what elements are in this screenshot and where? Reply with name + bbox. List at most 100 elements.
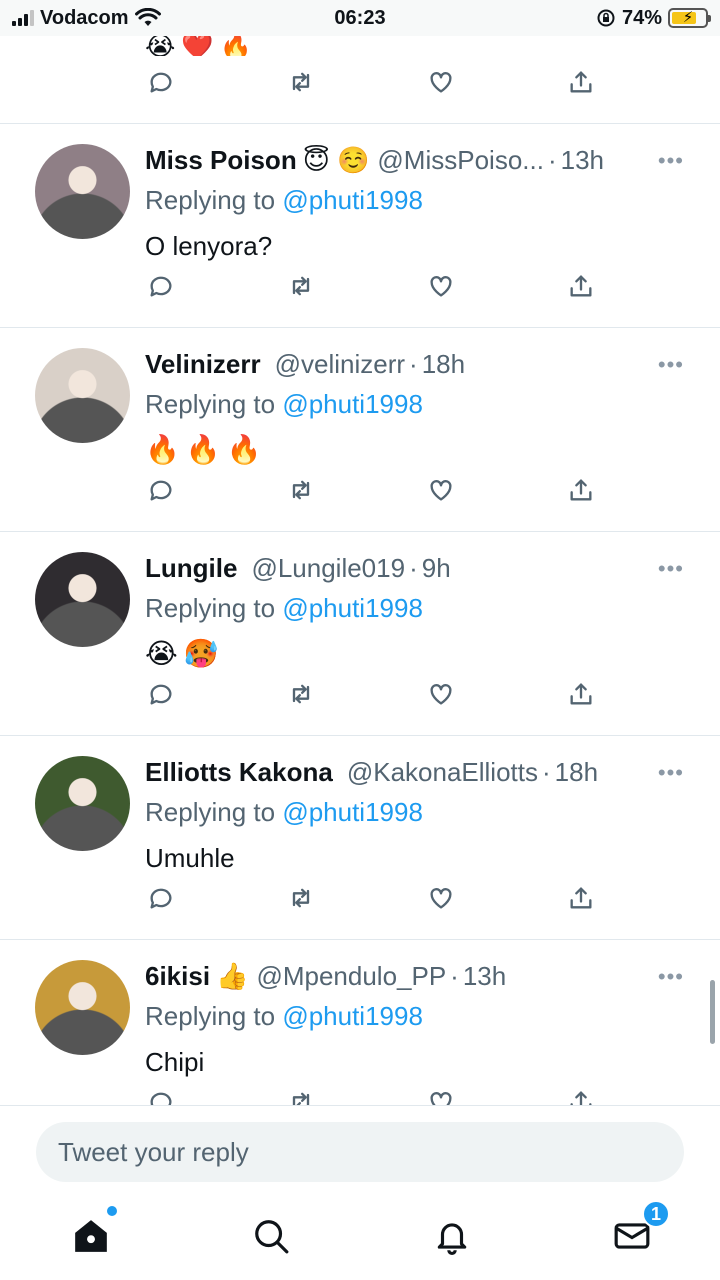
messages-badge: 1 [642, 1200, 670, 1228]
retweet-button[interactable] [285, 270, 317, 302]
orientation-lock-icon [597, 9, 615, 27]
more-options-icon[interactable]: ••• [658, 556, 684, 582]
retweet-button[interactable] [285, 474, 317, 506]
tab-bar: 1 [0, 1200, 720, 1280]
more-options-icon[interactable]: ••• [658, 964, 684, 990]
display-name[interactable]: Velinizerr [145, 346, 261, 382]
user-handle[interactable]: @MissPoiso... [377, 142, 544, 178]
tweet-time[interactable]: 13h [463, 958, 506, 994]
tab-home[interactable] [69, 1206, 117, 1258]
battery-icon: ⚡ [668, 8, 711, 28]
battery-percent: 74% [621, 6, 662, 29]
search-icon [255, 1220, 289, 1254]
reply-input[interactable] [36, 1122, 684, 1182]
reply-icon [150, 276, 172, 297]
display-name[interactable]: Elliotts Kakona [145, 754, 333, 790]
more-options-icon[interactable]: ••• [658, 148, 684, 174]
tweet[interactable]: Velinizerr @velinizerr · 18h ••• Replyin… [0, 328, 720, 532]
like-button[interactable] [425, 474, 457, 506]
mention-link[interactable]: @phuti1998 [282, 797, 423, 827]
separator-dot: · [409, 349, 418, 379]
home-icon [75, 1220, 107, 1252]
heart-icon [430, 684, 452, 705]
user-handle[interactable]: @velinizerr [275, 346, 405, 382]
like-button[interactable] [425, 270, 457, 302]
replying-to: Replying to @phuti1998 [145, 386, 423, 422]
reply-button[interactable] [145, 270, 177, 302]
like-button[interactable] [425, 678, 457, 710]
user-handle[interactable]: @Mpendulo_PP [256, 958, 446, 994]
avatar[interactable] [35, 552, 130, 647]
tweet[interactable]: Miss Poison 😇 ☺️ @MissPoiso... · 13h •••… [0, 124, 720, 328]
tab-search[interactable] [249, 1214, 293, 1258]
display-name[interactable]: Miss Poison [145, 142, 297, 178]
more-options-icon[interactable]: ••• [658, 760, 684, 786]
more-options-icon[interactable]: ••• [658, 352, 684, 378]
separator-dot: · [409, 553, 418, 583]
signal-icon [12, 10, 34, 26]
tweet-time[interactable]: 13h [561, 142, 604, 178]
tab-notifications[interactable] [430, 1214, 474, 1258]
separator-dot: · [450, 961, 459, 991]
reply-button[interactable] [145, 882, 177, 914]
like-button[interactable] [425, 882, 457, 914]
mention-link[interactable]: @phuti1998 [282, 185, 423, 215]
replying-to: Replying to @phuti1998 [145, 794, 423, 830]
share-icon [570, 275, 592, 297]
replying-to-label: Replying to [145, 593, 276, 623]
bell-icon [437, 1223, 467, 1255]
replying-to-label: Replying to [145, 797, 276, 827]
reply-icon [150, 684, 172, 705]
reply-button[interactable] [145, 474, 177, 506]
retweet-icon [292, 888, 310, 908]
tweet-time[interactable]: 9h [422, 550, 451, 586]
avatar[interactable] [35, 960, 130, 1055]
retweet-button[interactable] [285, 678, 317, 710]
avatar[interactable] [35, 144, 130, 239]
replying-to-label: Replying to [145, 389, 276, 419]
tweet-text: 🔥🔥🔥 [145, 434, 268, 465]
carrier-name: Vodacom [40, 6, 129, 29]
tweet-time[interactable]: 18h [422, 346, 465, 382]
display-name[interactable]: Lungile [145, 550, 237, 586]
wifi-icon [134, 8, 161, 26]
name-emoji: 😇 ☺️ [302, 145, 370, 175]
share-icon [570, 479, 592, 501]
new-content-dot [107, 1206, 117, 1216]
avatar[interactable] [35, 756, 130, 851]
display-name[interactable]: 6ikisi [145, 958, 210, 994]
replying-to-label: Replying to [145, 185, 276, 215]
heart-icon [430, 480, 452, 501]
replying-to: Replying to @phuti1998 [145, 998, 423, 1034]
share-button[interactable] [565, 474, 597, 506]
tweet-text: Umuhle [145, 843, 235, 873]
share-button[interactable] [565, 882, 597, 914]
tweet-actions [145, 270, 615, 306]
user-handle[interactable]: @KakonaElliotts [347, 754, 538, 790]
reply-button[interactable] [145, 678, 177, 710]
like-button[interactable] [425, 66, 457, 98]
mention-link[interactable]: @phuti1998 [282, 389, 423, 419]
avatar[interactable] [35, 348, 130, 443]
retweet-icon [292, 684, 310, 704]
tab-messages[interactable]: 1 [610, 1200, 670, 1258]
share-button[interactable] [565, 66, 597, 98]
reply-button[interactable] [145, 66, 177, 98]
reply-icon [150, 480, 172, 501]
retweet-button[interactable] [285, 66, 317, 98]
retweet-button[interactable] [285, 882, 317, 914]
mention-link[interactable]: @phuti1998 [282, 593, 423, 623]
user-handle[interactable]: @Lungile019 [251, 550, 405, 586]
partial-tweet[interactable]: 😭❤️🔥 [0, 36, 720, 124]
scroll-indicator[interactable] [710, 980, 715, 1044]
tweet-header: Miss Poison 😇 ☺️ @MissPoiso... · 13h [145, 142, 650, 178]
tweet[interactable]: Elliotts Kakona @KakonaElliotts · 18h ••… [0, 736, 720, 940]
mention-link[interactable]: @phuti1998 [282, 1001, 423, 1031]
share-button[interactable] [565, 270, 597, 302]
share-button[interactable] [565, 678, 597, 710]
tweet-actions [145, 474, 615, 510]
share-icon [570, 71, 592, 93]
tweet[interactable]: Lungile @Lungile019 · 9h ••• Replying to… [0, 532, 720, 736]
tweet-actions [145, 882, 615, 918]
tweet-time[interactable]: 18h [555, 754, 598, 790]
